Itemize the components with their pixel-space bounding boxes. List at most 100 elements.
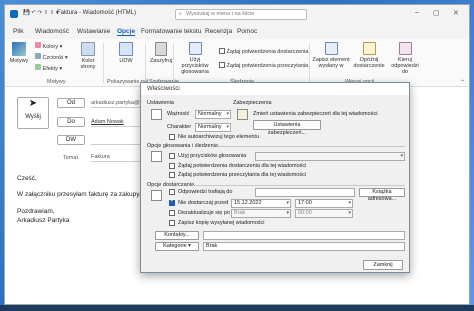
menu-pomoc[interactable]: Pomoc — [237, 28, 257, 35]
kolory-button[interactable]: Kolory ▾ — [35, 42, 62, 50]
lock-icon — [155, 42, 167, 56]
bcc-icon — [119, 42, 133, 56]
dostarczenia-label: Żądaj potwierdzenia dostarczenia dla tej… — [178, 163, 307, 169]
body-line[interactable]: Arkadiusz Partyka — [17, 217, 69, 224]
checkbox[interactable] — [219, 48, 225, 54]
nie-dostarczaj-label: Nie dostarczaj przed — [178, 200, 229, 206]
zadaj-przeczytania-check[interactable]: Żądaj potwierdzenia przeczytania — [219, 61, 308, 69]
close-button[interactable]: Zamknij — [363, 260, 403, 270]
chevron-down-icon: ▾ — [348, 200, 351, 206]
kolor-strony-button[interactable]: Kolor strony — [77, 42, 99, 70]
voting-icon — [151, 151, 162, 162]
subject-field[interactable]: Faktura — [91, 154, 147, 162]
reply-icon — [398, 42, 412, 55]
menu-bar: Plik Wiadomość Wstawianie Opcje Formatow… — [5, 24, 469, 39]
zabezpieczenia-info: Zmień ustawienia zabezpieczeń dla tej wi… — [253, 111, 379, 117]
body-line[interactable]: Cześć, — [17, 175, 37, 182]
dezaktualizuje-time[interactable]: 00:00 ▾ — [295, 209, 353, 218]
contacts-button[interactable]: Kontakty... — [155, 231, 199, 240]
page-color-icon — [81, 42, 95, 56]
from-button[interactable]: Od — [57, 98, 85, 108]
send-button[interactable]: ➤ Wyślij — [17, 97, 49, 129]
properties-dialog: Właściwości Ustawienia Ważność Normalny ▾… — [140, 82, 410, 273]
cc-field[interactable] — [91, 137, 147, 145]
contacts-input[interactable] — [203, 231, 405, 240]
to-field[interactable]: Adam Nowak — [91, 119, 147, 127]
menu-wstawianie[interactable]: Wstawianie — [77, 28, 110, 35]
odpowiedzi-checkbox[interactable] — [169, 189, 175, 195]
address-book-button[interactable]: Książka adresowa... — [359, 188, 405, 202]
body-line[interactable]: W załączniku przesyłam fakturę za zakupy… — [17, 191, 141, 198]
autoarchive-label: Nie autoarchiwizuj tego elementu — [178, 134, 260, 140]
kopia-checkbox[interactable] — [169, 220, 175, 226]
check-icon: ✓ — [170, 198, 176, 204]
menu-opcje[interactable]: Opcje — [117, 28, 136, 36]
chevron-down-icon: ▾ — [226, 111, 229, 117]
minimize-icon[interactable]: – — [415, 9, 419, 16]
checkbox[interactable] — [219, 62, 225, 68]
section-zabezpieczenia: Zabezpieczenia — [233, 100, 272, 106]
search-input[interactable]: Wyszukaj w menu i na liście — [175, 9, 307, 20]
waznosc-label: Ważność — [167, 111, 190, 117]
charakter-select[interactable]: Normalny ▾ — [195, 123, 231, 132]
divider — [217, 146, 405, 147]
udw-button[interactable]: UDW — [115, 42, 137, 64]
taskbar — [0, 305, 474, 311]
odpowiedzi-input[interactable] — [255, 188, 355, 197]
section-dostarczanie: Opcje dostarczania — [147, 182, 195, 188]
czcionki-button[interactable]: Czcionki ▾ — [35, 53, 68, 61]
dezaktualizuje-label: Dezaktualizuje się po — [178, 210, 230, 216]
to-button[interactable]: Do — [57, 117, 85, 127]
motywy-button[interactable]: Motywy — [8, 42, 30, 64]
charakter-label: Charakter — [167, 124, 192, 130]
opoznij-button[interactable]: Opóźnij dostarczenie — [353, 42, 385, 69]
glosowanie-button[interactable]: Użyj przycisków głosowania — [177, 42, 213, 75]
cc-button[interactable]: DW — [57, 135, 85, 145]
menu-formatowanie[interactable]: Formatowanie tekstu — [141, 28, 201, 35]
close-icon[interactable]: ✕ — [453, 9, 459, 17]
window-title: Faktura - Wiadomość (HTML) — [57, 10, 137, 16]
subject-label: Temat — [63, 155, 78, 161]
send-icon: ➤ — [28, 98, 38, 109]
waznosc-select[interactable]: Normalny ▾ — [195, 110, 231, 119]
efekty-button[interactable]: Efekty ▾ — [35, 64, 62, 72]
chevron-down-icon: ▾ — [286, 200, 289, 206]
autoarchive-checkbox[interactable] — [169, 134, 175, 140]
voting-options-select[interactable]: ▾ — [255, 152, 405, 161]
chevron-down-icon: ▾ — [348, 210, 351, 216]
voting-icon — [188, 42, 202, 55]
kopia-label: Zapisz kopię wysyłanej wiadomości — [178, 220, 265, 226]
effects-icon — [35, 64, 41, 70]
folder-icon — [324, 42, 338, 55]
dostarczenia-checkbox[interactable] — [169, 163, 175, 169]
categories-input[interactable]: Brak — [203, 242, 405, 251]
categories-button[interactable]: Kategorie ▾ — [155, 242, 199, 251]
colors-icon — [35, 42, 41, 48]
divider — [193, 185, 405, 186]
body-line[interactable]: Pozdrawiam, — [17, 208, 55, 215]
nie-dostarczaj-date[interactable]: 15.12.2022 ▾ — [231, 199, 291, 208]
ribbon-divider — [309, 43, 310, 83]
zaszyfruj-button[interactable]: Zaszyfruj — [150, 42, 172, 64]
chevron-down-icon: ▾ — [400, 153, 403, 159]
dezaktualizuje-date[interactable]: Brak ▾ — [231, 209, 291, 218]
delivery-icon — [151, 190, 162, 201]
security-settings-button[interactable]: Ustawienia zabezpieczeń... — [253, 120, 321, 136]
maximize-icon[interactable]: ▢ — [433, 9, 440, 17]
menu-wiadomosc[interactable]: Wiadomość — [35, 28, 69, 35]
uzyj-przyciskow-checkbox[interactable] — [169, 153, 175, 159]
section-glosowanie: Opcje głosowania i śledzenia — [147, 143, 218, 149]
dezaktualizuje-checkbox[interactable] — [169, 210, 175, 216]
kieruj-button[interactable]: Kieruj odpowiedzi do — [389, 42, 421, 75]
zapisz-element-button[interactable]: Zapisz element wysłany w — [311, 42, 351, 69]
chevron-down-icon: ▾ — [286, 210, 289, 216]
ribbon-divider — [103, 43, 104, 83]
przeczytania-label: Żądaj potwierdzenia przeczytania dla tej… — [178, 172, 307, 178]
menu-plik[interactable]: Plik — [13, 28, 23, 35]
uzyj-przyciskow-label: Użyj przycisków głosowania — [178, 153, 247, 159]
przeczytania-checkbox[interactable] — [169, 172, 175, 178]
zadaj-dostarczenia-check[interactable]: Żądaj potwierdzenia dostarczenia — [219, 47, 308, 55]
collapse-ribbon-icon[interactable]: ⌃ — [460, 79, 465, 86]
nie-dostarczaj-time[interactable]: 17:00 ▾ — [295, 199, 353, 208]
menu-recenzja[interactable]: Recenzja — [205, 28, 232, 35]
